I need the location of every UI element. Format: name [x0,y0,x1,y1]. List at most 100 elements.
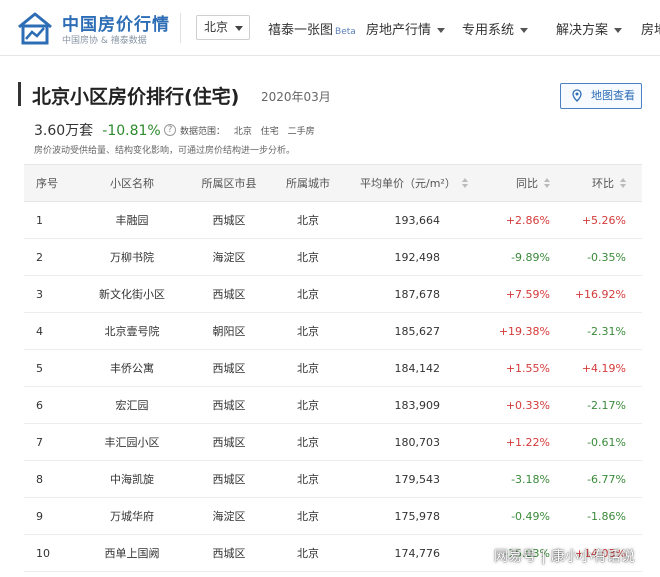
nav-item-label: 解决方案 [556,23,609,38]
cell-city: 北京 [297,325,319,338]
nav-item-solutions[interactable]: 解决方案 [556,19,623,38]
table-row[interactable]: 2 万柳书院 海淀区 北京 192,498 -9.89% -0.35% [24,239,642,276]
col-header-price[interactable]: 平均单价（元/m²） [360,165,490,201]
chevron-down-icon [437,28,446,33]
cell-index: 7 [36,435,43,449]
city-select[interactable]: 北京 [196,15,250,40]
cell-district: 西城区 [212,288,246,301]
price-note: 房价波动受供给量、结构变化影响，可通过房价结构进一步分析。 [34,146,296,156]
cell-yoy-change: +19.38% [498,324,550,338]
cell-district: 西城区 [212,214,246,227]
cell-district: 朝阳区 [212,325,246,338]
col-header-yoy-label: 同比 [516,177,538,190]
cell-community-name[interactable]: 宏汇园 [86,387,178,423]
cell-yoy-change: +2.86% [505,213,550,227]
cell-avg-price: 187,678 [394,287,441,301]
chevron-down-icon [614,28,623,33]
col-header-district: 所属区市县 [201,177,257,190]
cell-index: 3 [36,287,43,301]
cell-community-name[interactable]: 万柳书院 [86,239,178,275]
table-row[interactable]: 1 丰融园 西城区 北京 193,664 +2.86% +5.26% [24,202,642,239]
scope-label: 数据范围： [180,127,226,137]
table-row[interactable]: 8 中海凯旋 西城区 北京 179,543 -3.18% -6.77% [24,461,642,498]
table-row[interactable]: 5 丰侨公寓 西城区 北京 184,142 +1.55% +4.19% [24,350,642,387]
cell-community-name[interactable]: 丰融园 [86,202,178,238]
cell-community-name[interactable]: 西单上国阙 [86,535,178,571]
cell-city: 北京 [297,436,319,449]
cell-index: 6 [36,398,43,412]
cell-index: 1 [36,213,43,227]
site-logo[interactable]: 中国房价行情 中国房协 & 禧泰数据 [16,8,176,48]
top-nav-bar: 中国房价行情 中国房协 & 禧泰数据 北京 禧泰一张图 Beta 房地产行情 专用… [0,0,660,56]
cell-city: 北京 [297,288,319,301]
avg-price: 3.60万套 [34,123,94,139]
sort-icon [544,178,550,188]
nav-item-systems[interactable]: 专用系统 [462,19,529,38]
cell-city: 北京 [297,399,319,412]
nav-item-more[interactable]: 房地 [641,19,660,38]
data-scope: 数据范围： 北京 住宅 二手房 [180,124,321,137]
map-view-label: 地图查看 [591,89,635,102]
table-header: 序号 小区名称 所属区市县 所属城市 平均单价（元/m²） 同比 环比 [24,164,642,202]
cell-mom-change: -0.61% [587,435,626,449]
cell-district: 海淀区 [212,251,246,264]
col-header-name: 小区名称 [110,177,154,190]
nav-item-market[interactable]: 房地产行情 [366,19,446,38]
cell-avg-price: 193,664 [394,213,441,227]
col-header-index: 序号 [36,177,58,190]
table-body: 1 丰融园 西城区 北京 193,664 +2.86% +5.26% 2 万柳书院 海淀区 北京 19… [24,202,642,572]
map-view-button[interactable]: 地图查看 [560,83,642,109]
cell-yoy-change: +1.22% [505,435,550,449]
nav-item-label: 专用系统 [462,23,515,38]
col-header-yoy[interactable]: 同比 [494,165,550,201]
sort-icon [461,178,468,188]
beta-badge: Beta [335,27,356,37]
cell-avg-price: 180,703 [394,435,441,449]
cell-city: 北京 [297,362,319,375]
cell-district: 西城区 [212,473,246,486]
cell-avg-price: 184,142 [394,361,441,375]
cell-index: 2 [36,250,43,264]
cell-community-name[interactable]: 中海凯旋 [86,461,178,497]
cell-avg-price: 179,543 [394,472,441,486]
chevron-down-icon [520,28,529,33]
cell-mom-change: +5.26% [581,213,626,227]
cell-community-name[interactable]: 丰侨公寓 [86,350,178,386]
nav-item-map[interactable]: 禧泰一张图 Beta [268,19,356,38]
cell-community-name[interactable]: 新文化街小区 [86,276,178,312]
cell-city: 北京 [297,251,319,264]
table-row[interactable]: 4 北京壹号院 朝阳区 北京 185,627 +19.38% -2.31% [24,313,642,350]
cell-avg-price: 192,498 [394,250,441,264]
cell-index: 9 [36,509,43,523]
cell-avg-price: 185,627 [394,324,441,338]
watermark: 网易号 | 康小小有话说 [494,549,635,565]
nav-item-label: 禧泰一张图 [268,23,334,38]
cell-city: 北京 [297,214,319,227]
page-date: 2020年03月 [261,90,331,104]
table-row[interactable]: 7 丰汇园小区 西城区 北京 180,703 +1.22% -0.61% [24,424,642,461]
header-divider [180,13,181,43]
nav-item-label: 房地产行情 [366,23,432,38]
ranking-table: 序号 小区名称 所属区市县 所属城市 平均单价（元/m²） 同比 环比 1 丰融园… [24,164,642,572]
cell-community-name[interactable]: 丰汇园小区 [86,424,178,460]
watermark-author: 康小小有话说 [550,549,635,565]
nav-item-label: 房地 [641,23,660,38]
scope-tag: 二手房 [287,127,315,137]
cell-avg-price: 183,909 [394,398,441,412]
col-header-mom[interactable]: 环比 [580,165,626,201]
house-chart-icon [18,12,52,45]
table-row[interactable]: 6 宏汇园 西城区 北京 183,909 +0.33% -2.17% [24,387,642,424]
map-pin-icon [572,89,582,102]
help-icon[interactable]: ? [164,124,176,136]
cell-community-name[interactable]: 北京壹号院 [86,313,178,349]
scope-tag: 住宅 [260,127,279,137]
table-row[interactable]: 3 新文化街小区 西城区 北京 187,678 +7.59% +16.92% [24,276,642,313]
watermark-source: 网易号 [494,549,536,565]
cell-yoy-change: +0.33% [505,398,550,412]
cell-city: 北京 [297,547,319,560]
col-header-mom-label: 环比 [592,177,614,190]
table-row[interactable]: 9 万城华府 海淀区 北京 175,978 -0.49% -1.86% [24,498,642,535]
cell-community-name[interactable]: 万城华府 [86,498,178,534]
cell-index: 5 [36,361,43,375]
cell-yoy-change: +7.59% [505,287,550,301]
